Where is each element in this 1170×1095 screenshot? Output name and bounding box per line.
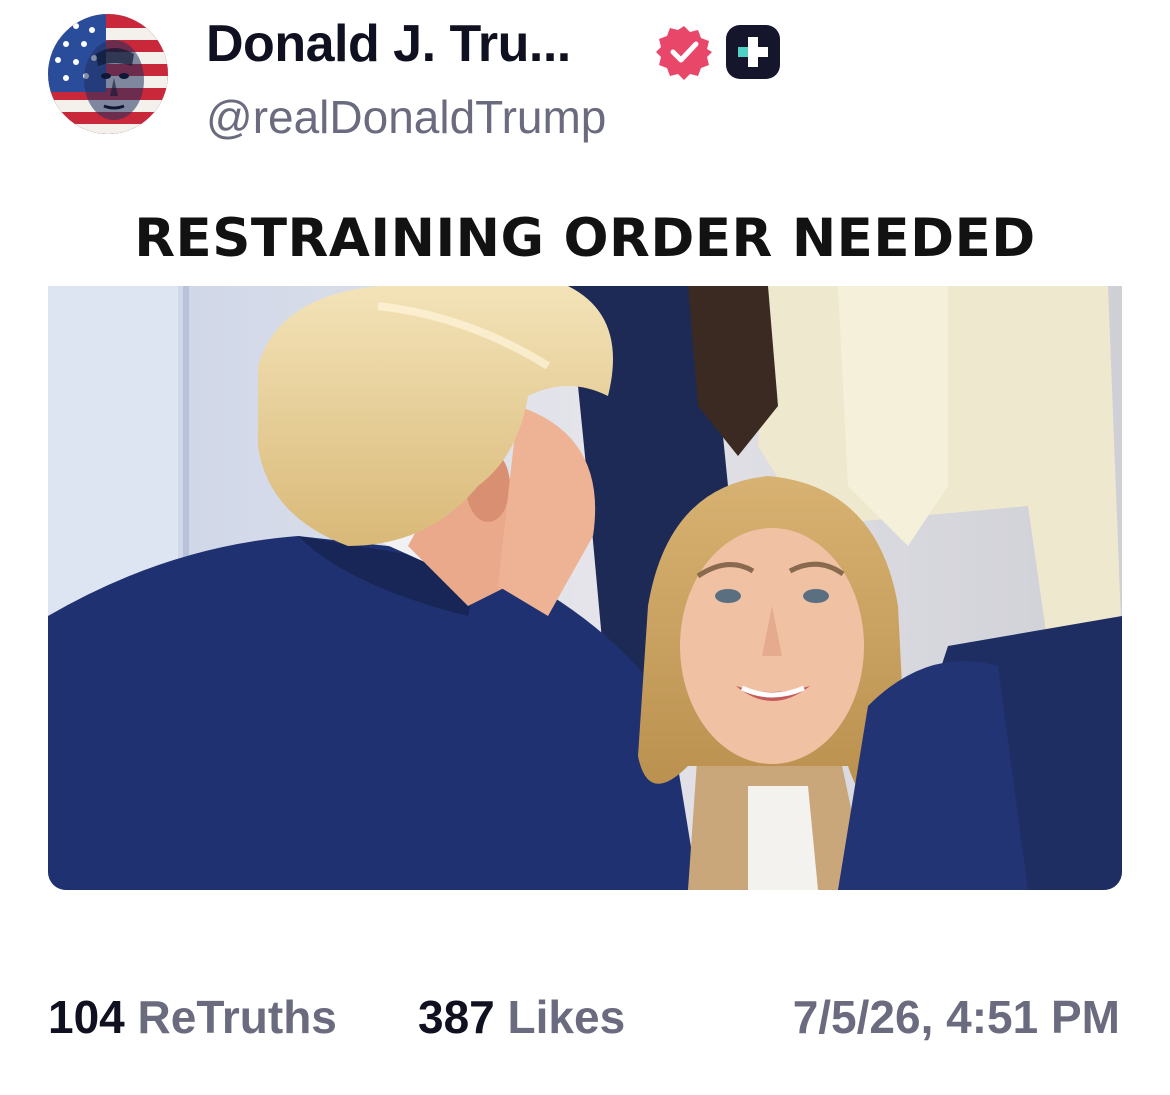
- retruths-stat[interactable]: 104 ReTruths: [48, 990, 337, 1044]
- truth-plus-icon: [726, 25, 780, 79]
- verified-badge-icon: [656, 24, 712, 80]
- retruths-label: ReTruths: [137, 991, 337, 1043]
- likes-stat[interactable]: 387 Likes: [418, 990, 625, 1044]
- photo-two-people-icon: [48, 286, 1122, 890]
- post-timestamp[interactable]: 7/5/26, 4:51 PM: [793, 990, 1120, 1044]
- avatar[interactable]: [48, 14, 168, 134]
- retruths-count: 104: [48, 991, 125, 1043]
- post-media[interactable]: RESTRAINING ORDER NEEDED: [48, 190, 1122, 890]
- flag-portrait-avatar-icon: [48, 14, 168, 134]
- likes-count: 387: [418, 991, 495, 1043]
- display-name[interactable]: Donald J. Tru...: [206, 14, 571, 74]
- likes-label: Likes: [507, 991, 626, 1043]
- truth-post: Donald J. Tru... @realDonaldTrump RESTRA…: [0, 0, 1170, 1095]
- user-handle[interactable]: @realDonaldTrump: [206, 90, 606, 144]
- meme-caption: RESTRAINING ORDER NEEDED: [48, 190, 1122, 286]
